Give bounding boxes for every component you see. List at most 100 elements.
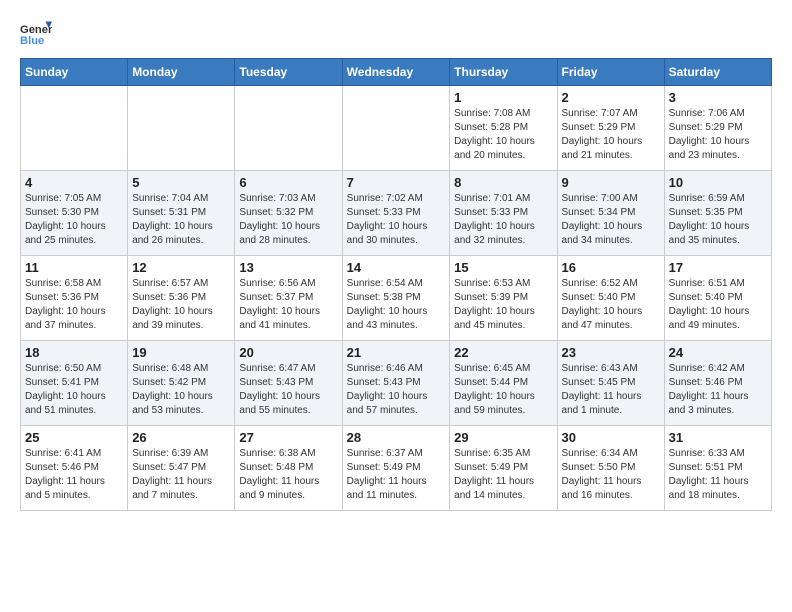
day-number: 27 — [239, 430, 337, 445]
calendar-cell: 18 Sunrise: 6:50 AM Sunset: 5:41 PM Dayli… — [21, 341, 128, 426]
calendar-cell: 19 Sunrise: 6:48 AM Sunset: 5:42 PM Dayli… — [128, 341, 235, 426]
weekday-header-thursday: Thursday — [450, 59, 557, 86]
calendar-cell: 30 Sunrise: 6:34 AM Sunset: 5:50 PM Dayli… — [557, 426, 664, 511]
calendar-cell: 8 Sunrise: 7:01 AM Sunset: 5:33 PM Daylig… — [450, 171, 557, 256]
day-number: 30 — [562, 430, 660, 445]
calendar-cell: 28 Sunrise: 6:37 AM Sunset: 5:49 PM Dayli… — [342, 426, 450, 511]
calendar-week-row: 25 Sunrise: 6:41 AM Sunset: 5:46 PM Dayli… — [21, 426, 772, 511]
calendar-cell: 12 Sunrise: 6:57 AM Sunset: 5:36 PM Dayli… — [128, 256, 235, 341]
day-info: Sunrise: 6:45 AM Sunset: 5:44 PM Dayligh… — [454, 362, 552, 418]
calendar-cell: 26 Sunrise: 6:39 AM Sunset: 5:47 PM Dayli… — [128, 426, 235, 511]
day-info: Sunrise: 6:34 AM Sunset: 5:50 PM Dayligh… — [562, 447, 660, 503]
day-info: Sunrise: 6:46 AM Sunset: 5:43 PM Dayligh… — [347, 362, 446, 418]
calendar-cell: 15 Sunrise: 6:53 AM Sunset: 5:39 PM Dayli… — [450, 256, 557, 341]
calendar-cell: 14 Sunrise: 6:54 AM Sunset: 5:38 PM Dayli… — [342, 256, 450, 341]
calendar-cell: 17 Sunrise: 6:51 AM Sunset: 5:40 PM Dayli… — [664, 256, 771, 341]
calendar-week-row: 11Sunrise: 6:58 AM Sunset: 5:36 PM Dayli… — [21, 256, 772, 341]
calendar-cell — [128, 86, 235, 171]
calendar-header-row: SundayMondayTuesdayWednesdayThursdayFrid… — [21, 59, 772, 86]
day-info: Sunrise: 6:59 AM Sunset: 5:35 PM Dayligh… — [669, 192, 767, 248]
calendar-cell: 10 Sunrise: 6:59 AM Sunset: 5:35 PM Dayli… — [664, 171, 771, 256]
day-number: 28 — [347, 430, 446, 445]
day-info: Sunrise: 6:54 AM Sunset: 5:38 PM Dayligh… — [347, 277, 446, 333]
logo: General Blue — [20, 20, 56, 48]
day-info: Sunrise: 7:05 AM Sunset: 5:30 PM Dayligh… — [25, 192, 123, 248]
day-info: Sunrise: 7:04 AM Sunset: 5:31 PM Dayligh… — [132, 192, 230, 248]
day-info: Sunrise: 6:43 AM Sunset: 5:45 PM Dayligh… — [562, 362, 660, 418]
calendar-cell: 13Sunrise: 6:56 AM Sunset: 5:37 PM Dayli… — [235, 256, 342, 341]
day-number: 1 — [454, 90, 552, 105]
weekday-header-saturday: Saturday — [664, 59, 771, 86]
day-number: 17 — [669, 260, 767, 275]
day-number: 20 — [239, 345, 337, 360]
day-info: Sunrise: 6:42 AM Sunset: 5:46 PM Dayligh… — [669, 362, 767, 418]
calendar-cell: 22Sunrise: 6:45 AM Sunset: 5:44 PM Dayli… — [450, 341, 557, 426]
svg-text:Blue: Blue — [20, 35, 44, 47]
day-info: Sunrise: 7:01 AM Sunset: 5:33 PM Dayligh… — [454, 192, 552, 248]
day-number: 16 — [562, 260, 660, 275]
day-info: Sunrise: 6:39 AM Sunset: 5:47 PM Dayligh… — [132, 447, 230, 503]
day-number: 7 — [347, 175, 446, 190]
day-info: Sunrise: 7:00 AM Sunset: 5:34 PM Dayligh… — [562, 192, 660, 248]
day-info: Sunrise: 6:58 AM Sunset: 5:36 PM Dayligh… — [25, 277, 123, 333]
day-info: Sunrise: 7:02 AM Sunset: 5:33 PM Dayligh… — [347, 192, 446, 248]
calendar-cell: 27 Sunrise: 6:38 AM Sunset: 5:48 PM Dayli… — [235, 426, 342, 511]
calendar-cell: 5 Sunrise: 7:04 AM Sunset: 5:31 PM Daylig… — [128, 171, 235, 256]
calendar-cell: 7 Sunrise: 7:02 AM Sunset: 5:33 PM Daylig… — [342, 171, 450, 256]
day-info: Sunrise: 6:53 AM Sunset: 5:39 PM Dayligh… — [454, 277, 552, 333]
day-info: Sunrise: 6:37 AM Sunset: 5:49 PM Dayligh… — [347, 447, 446, 503]
day-info: Sunrise: 7:07 AM Sunset: 5:29 PM Dayligh… — [562, 107, 660, 163]
calendar-cell: 31Sunrise: 6:33 AM Sunset: 5:51 PM Dayli… — [664, 426, 771, 511]
day-info: Sunrise: 6:51 AM Sunset: 5:40 PM Dayligh… — [669, 277, 767, 333]
day-number: 10 — [669, 175, 767, 190]
calendar-cell: 3Sunrise: 7:06 AM Sunset: 5:29 PM Daylig… — [664, 86, 771, 171]
calendar-cell: 2 Sunrise: 7:07 AM Sunset: 5:29 PM Daylig… — [557, 86, 664, 171]
calendar-week-row: 18 Sunrise: 6:50 AM Sunset: 5:41 PM Dayli… — [21, 341, 772, 426]
day-number: 23 — [562, 345, 660, 360]
weekday-header-monday: Monday — [128, 59, 235, 86]
weekday-header-wednesday: Wednesday — [342, 59, 450, 86]
day-info: Sunrise: 6:57 AM Sunset: 5:36 PM Dayligh… — [132, 277, 230, 333]
day-info: Sunrise: 7:03 AM Sunset: 5:32 PM Dayligh… — [239, 192, 337, 248]
day-number: 31 — [669, 430, 767, 445]
day-info: Sunrise: 7:06 AM Sunset: 5:29 PM Dayligh… — [669, 107, 767, 163]
day-number: 8 — [454, 175, 552, 190]
day-number: 14 — [347, 260, 446, 275]
calendar-cell — [342, 86, 450, 171]
day-number: 5 — [132, 175, 230, 190]
calendar-cell: 21Sunrise: 6:46 AM Sunset: 5:43 PM Dayli… — [342, 341, 450, 426]
weekday-header-tuesday: Tuesday — [235, 59, 342, 86]
calendar-cell: 4 Sunrise: 7:05 AM Sunset: 5:30 PM Daylig… — [21, 171, 128, 256]
calendar-cell: 11Sunrise: 6:58 AM Sunset: 5:36 PM Dayli… — [21, 256, 128, 341]
day-number: 13 — [239, 260, 337, 275]
calendar-cell — [235, 86, 342, 171]
day-info: Sunrise: 6:41 AM Sunset: 5:46 PM Dayligh… — [25, 447, 123, 503]
calendar-cell: 6 Sunrise: 7:03 AM Sunset: 5:32 PM Daylig… — [235, 171, 342, 256]
day-number: 4 — [25, 175, 123, 190]
day-number: 26 — [132, 430, 230, 445]
calendar-week-row: 1Sunrise: 7:08 AM Sunset: 5:28 PM Daylig… — [21, 86, 772, 171]
calendar-cell — [21, 86, 128, 171]
day-info: Sunrise: 6:52 AM Sunset: 5:40 PM Dayligh… — [562, 277, 660, 333]
day-info: Sunrise: 6:48 AM Sunset: 5:42 PM Dayligh… — [132, 362, 230, 418]
day-number: 18 — [25, 345, 123, 360]
calendar-cell: 16 Sunrise: 6:52 AM Sunset: 5:40 PM Dayli… — [557, 256, 664, 341]
day-number: 12 — [132, 260, 230, 275]
svg-text:General: General — [20, 24, 52, 36]
day-info: Sunrise: 6:50 AM Sunset: 5:41 PM Dayligh… — [25, 362, 123, 418]
calendar-cell: 23 Sunrise: 6:43 AM Sunset: 5:45 PM Dayli… — [557, 341, 664, 426]
page-header: General Blue — [20, 20, 772, 48]
day-info: Sunrise: 6:47 AM Sunset: 5:43 PM Dayligh… — [239, 362, 337, 418]
day-number: 24 — [669, 345, 767, 360]
day-number: 2 — [562, 90, 660, 105]
day-number: 15 — [454, 260, 552, 275]
calendar-cell: 1Sunrise: 7:08 AM Sunset: 5:28 PM Daylig… — [450, 86, 557, 171]
calendar-cell: 29Sunrise: 6:35 AM Sunset: 5:49 PM Dayli… — [450, 426, 557, 511]
calendar-cell: 24 Sunrise: 6:42 AM Sunset: 5:46 PM Dayli… — [664, 341, 771, 426]
day-info: Sunrise: 6:38 AM Sunset: 5:48 PM Dayligh… — [239, 447, 337, 503]
calendar-cell: 9 Sunrise: 7:00 AM Sunset: 5:34 PM Daylig… — [557, 171, 664, 256]
day-number: 6 — [239, 175, 337, 190]
day-number: 19 — [132, 345, 230, 360]
day-number: 25 — [25, 430, 123, 445]
day-number: 9 — [562, 175, 660, 190]
